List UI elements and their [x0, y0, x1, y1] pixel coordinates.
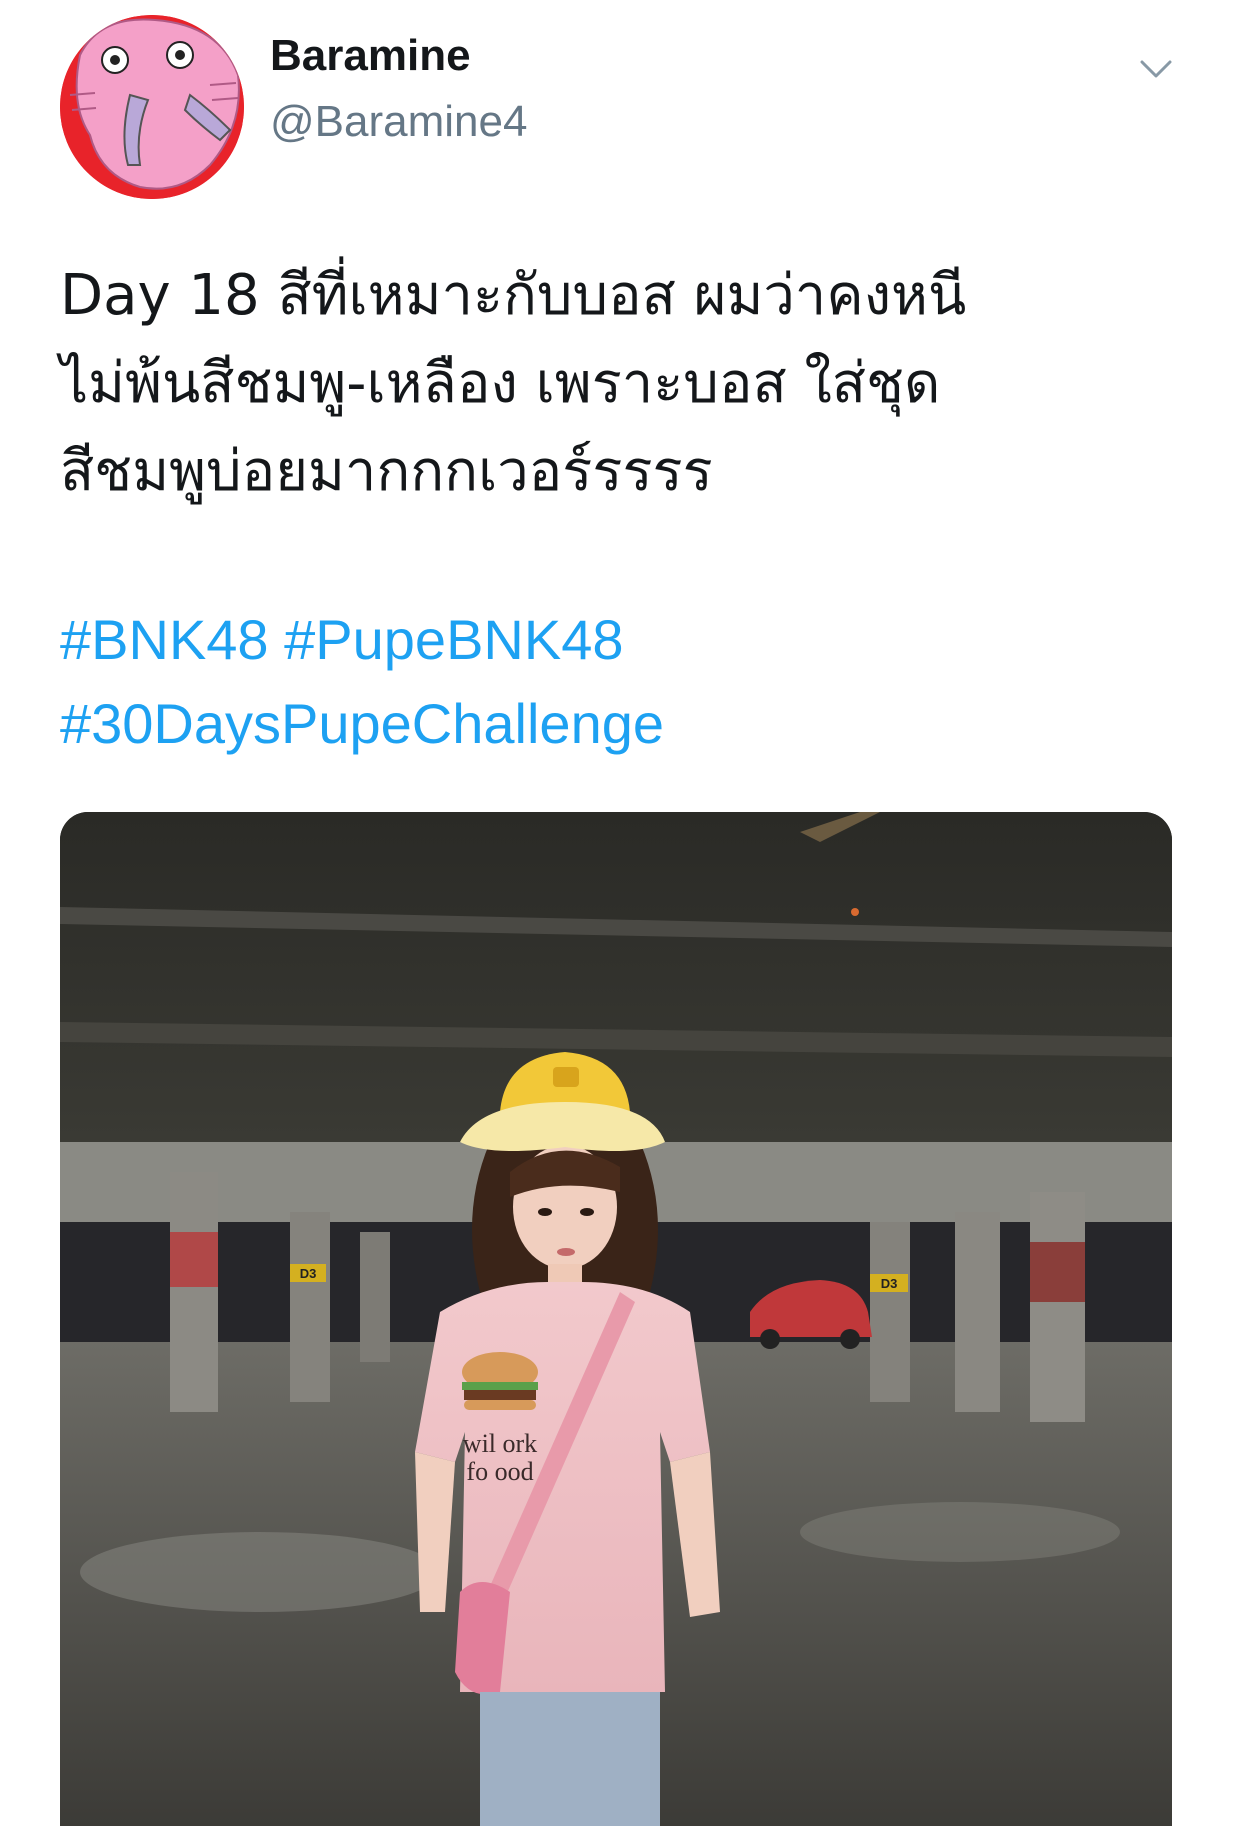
- hashtag-link[interactable]: #PupeBNK48: [284, 608, 623, 671]
- hashtag-link[interactable]: #30DaysPupeChallenge: [60, 692, 664, 755]
- author-names: Baramine @Baramine4: [270, 28, 527, 150]
- pillar-sign: D3: [881, 1276, 898, 1291]
- display-name[interactable]: Baramine: [270, 28, 527, 84]
- hashtag-link[interactable]: #BNK48: [60, 608, 269, 671]
- hashtag-line: #30DaysPupeChallenge: [60, 682, 1180, 766]
- pink-elephant-avatar-icon: [60, 15, 244, 199]
- pillar-sign: D3: [300, 1266, 317, 1281]
- avatar[interactable]: [60, 15, 244, 199]
- tweet-text-line: ไม่พ้นสีชมพู-เหลือง เพราะบอส ใส่ชุด: [60, 351, 941, 416]
- tweet-text-line: สีชมพูบ่อยมากกกเวอร์รรรร: [60, 439, 713, 504]
- tweet-photo[interactable]: D3 D3 wil ork fo ood: [60, 812, 1172, 1826]
- shirt-print: wil ork: [463, 1429, 537, 1458]
- chevron-down-icon[interactable]: [1136, 54, 1176, 84]
- photo-parking-garage: D3 D3 wil ork fo ood: [60, 812, 1172, 1826]
- user-handle[interactable]: @Baramine4: [270, 94, 527, 150]
- tweet-header: Baramine @Baramine4: [60, 10, 1190, 199]
- hashtag-list: #BNK48 #PupeBNK48 #30DaysPupeChallenge: [60, 598, 1180, 766]
- hashtag-line: #BNK48 #PupeBNK48: [60, 598, 1180, 682]
- shirt-print: fo ood: [466, 1457, 533, 1486]
- tweet-text: Day 18 สีที่เหมาะกับบอส ผมว่าคงหนี ไม่พ้…: [60, 252, 1180, 516]
- tweet-text-line: Day 18 สีที่เหมาะกับบอส ผมว่าคงหนี: [60, 263, 967, 328]
